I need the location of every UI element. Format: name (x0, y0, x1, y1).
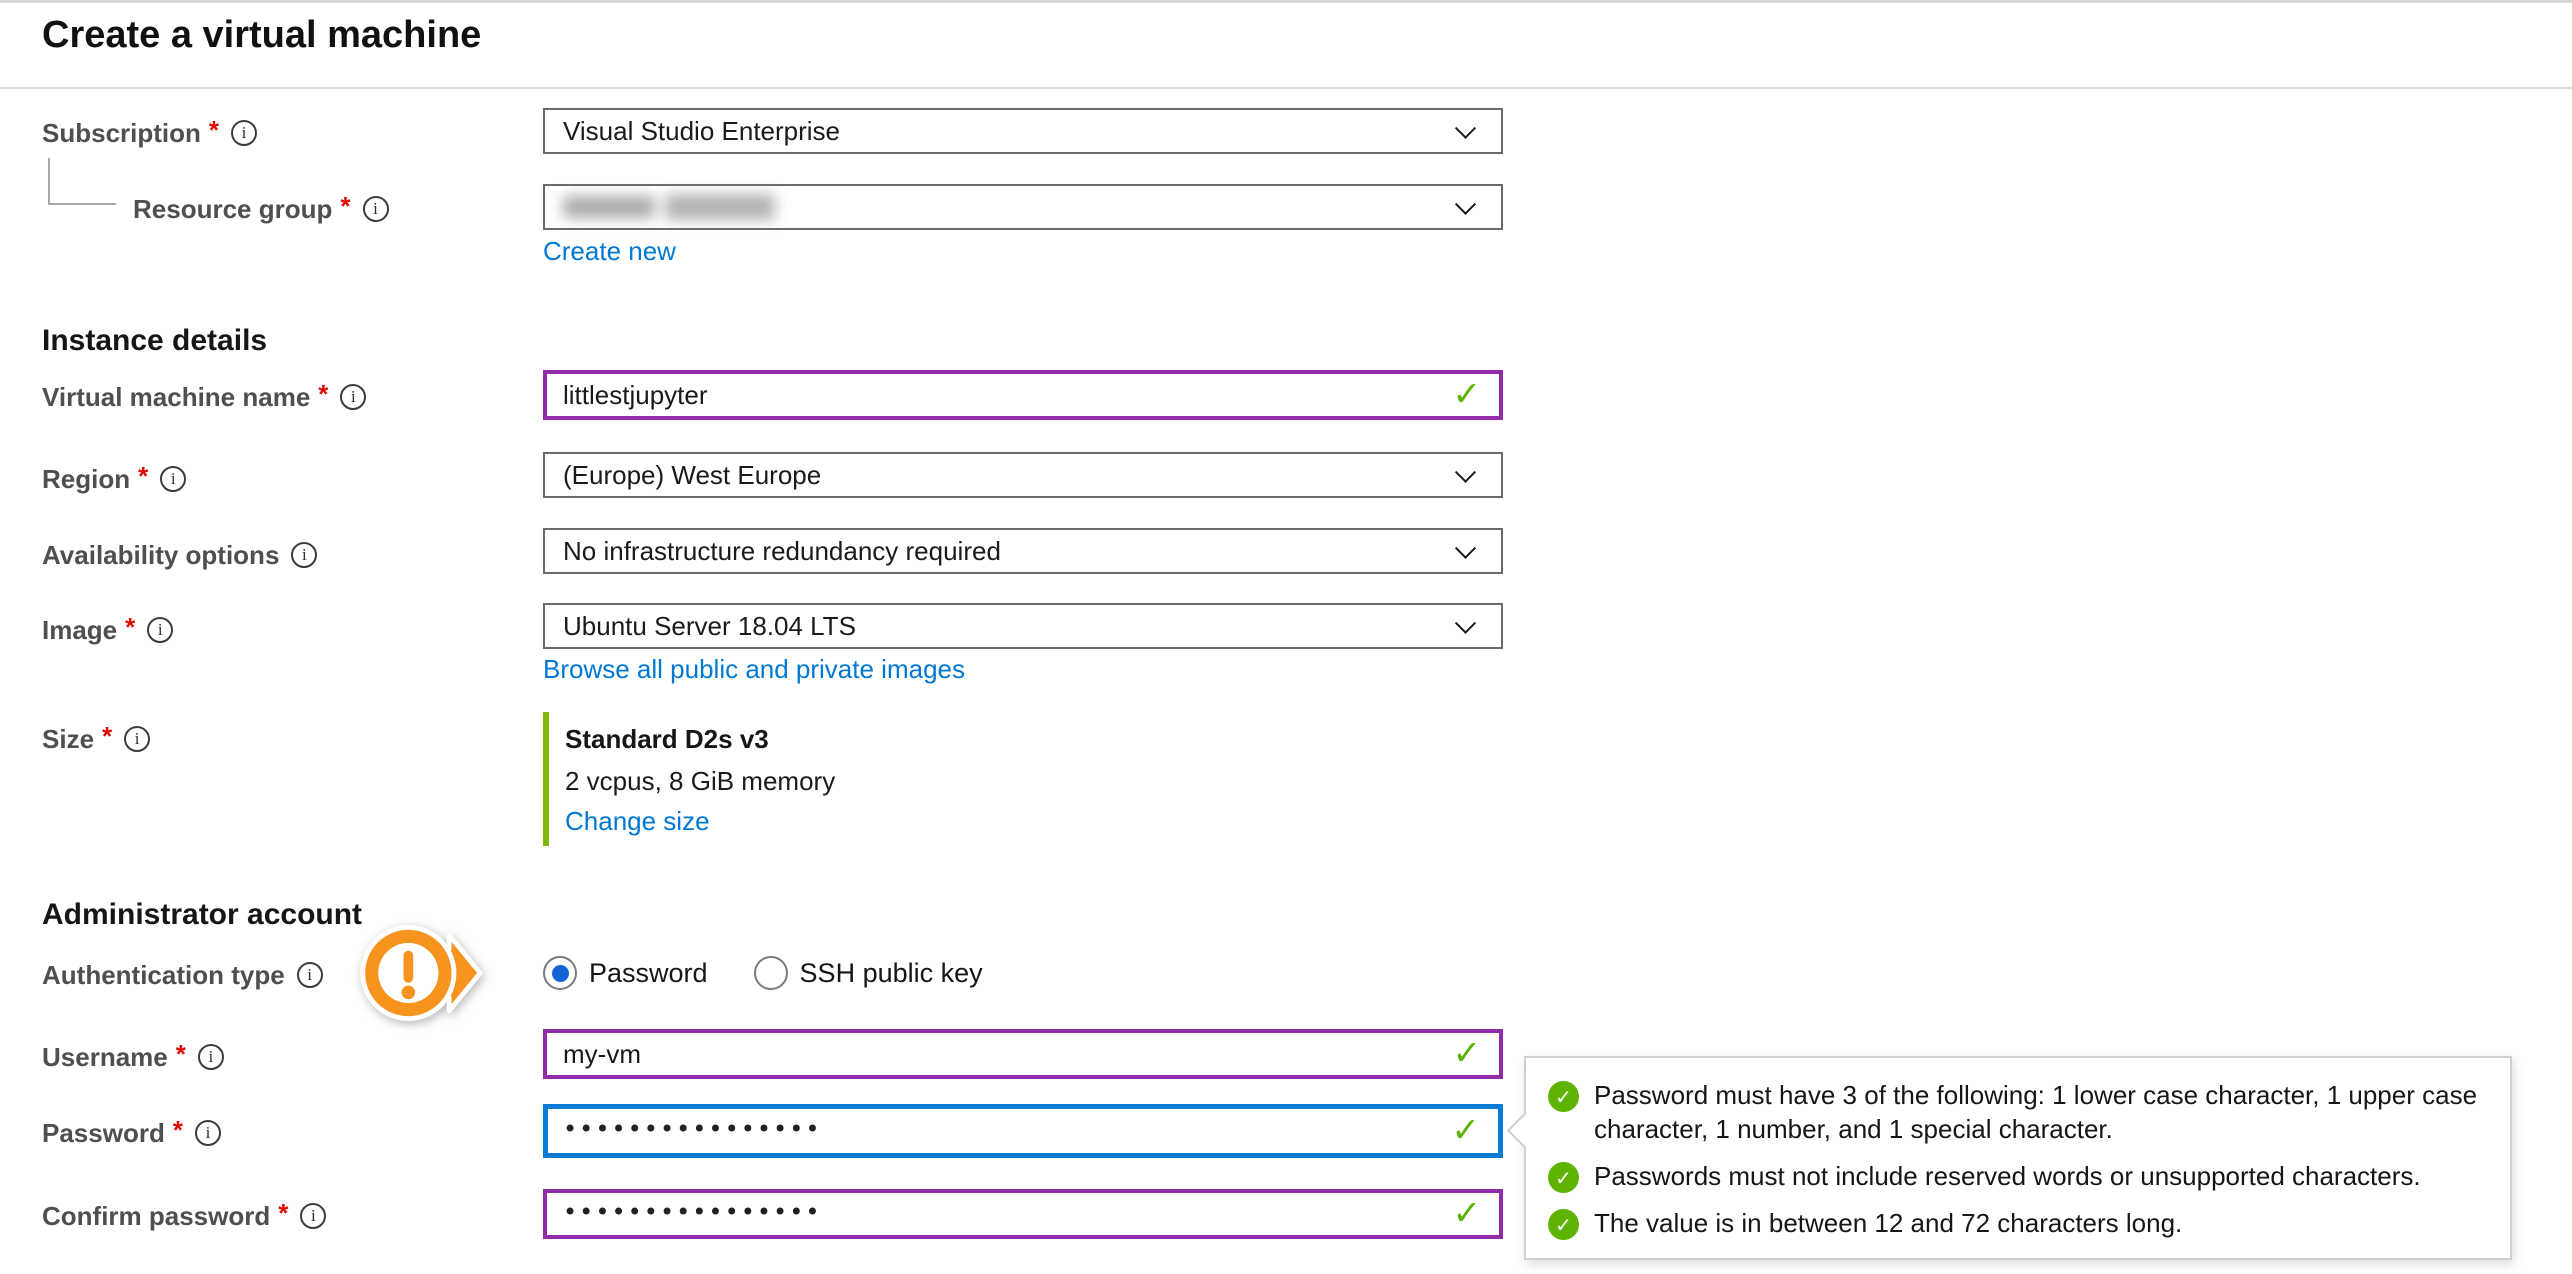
password-masked-value: •••••••••••••••• (563, 1115, 822, 1143)
tooltip-item: Password must have 3 of the following: 1… (1548, 1078, 2484, 1146)
success-check-icon (1548, 1162, 1579, 1193)
section-administrator-account: Administrator account (42, 898, 362, 932)
browse-images-link[interactable]: Browse all public and private images (543, 654, 965, 685)
required-asterisk (173, 1115, 183, 1145)
info-icon[interactable] (195, 1120, 221, 1146)
info-icon[interactable] (160, 466, 186, 492)
vm-name-label: Virtual machine name (42, 382, 366, 412)
radio-unselected-icon (754, 956, 788, 990)
chevron-down-icon (1455, 194, 1476, 215)
username-input[interactable]: my-vm (543, 1029, 1503, 1079)
info-icon[interactable] (363, 196, 389, 222)
size-accent-bar (543, 712, 549, 846)
tooltip-item: The value is in between 12 and 72 charac… (1548, 1206, 2484, 1240)
subscription-label: Subscription (42, 118, 257, 148)
info-icon[interactable] (124, 726, 150, 752)
radio-password[interactable]: Password (543, 956, 708, 990)
title-divider (0, 87, 2572, 89)
create-new-link[interactable]: Create new (543, 236, 676, 267)
required-asterisk (125, 612, 135, 642)
region-value: (Europe) West Europe (563, 460, 821, 491)
region-label: Region (42, 464, 186, 494)
valid-check-icon (1453, 1196, 1482, 1230)
availability-options-dropdown[interactable]: No infrastructure redundancy required (543, 528, 1503, 574)
chevron-down-icon (1455, 538, 1476, 559)
page-title: Create a virtual machine (42, 14, 481, 57)
radio-selected-icon (543, 956, 577, 990)
size-specs: 2 vcpus, 8 GiB memory (565, 766, 835, 797)
valid-check-icon (1453, 1036, 1482, 1070)
required-asterisk (102, 721, 112, 751)
resource-group-dropdown[interactable] (543, 184, 1503, 230)
availability-options-value: No infrastructure redundancy required (563, 536, 1001, 567)
required-asterisk (340, 191, 350, 221)
password-label: Password (42, 1118, 221, 1148)
tree-connector-horizontal (48, 203, 116, 205)
authentication-type-radio-group: Password SSH public key (543, 950, 1029, 996)
vm-name-value: littlestjupyter (563, 380, 708, 411)
tooltip-item: Passwords must not include reserved word… (1548, 1159, 2484, 1193)
info-icon[interactable] (297, 962, 323, 988)
info-icon[interactable] (300, 1203, 326, 1229)
info-icon[interactable] (340, 384, 366, 410)
info-icon[interactable] (147, 617, 173, 643)
username-value: my-vm (563, 1039, 641, 1070)
change-size-link[interactable]: Change size (565, 806, 710, 837)
image-label: Image (42, 615, 173, 645)
create-vm-page: Create a virtual machine Subscription Vi… (0, 0, 2572, 1274)
image-value: Ubuntu Server 18.04 LTS (563, 611, 856, 642)
password-requirements-tooltip: Password must have 3 of the following: 1… (1524, 1056, 2512, 1260)
tooltip-arrow (1507, 1113, 1542, 1148)
resource-group-label: Resource group (133, 194, 389, 224)
info-icon[interactable] (231, 120, 257, 146)
authentication-type-label: Authentication type (42, 960, 323, 990)
subscription-dropdown[interactable]: Visual Studio Enterprise (543, 108, 1503, 154)
required-asterisk (318, 379, 328, 409)
password-input[interactable]: •••••••••••••••• (543, 1104, 1503, 1158)
info-icon[interactable] (198, 1044, 224, 1070)
chevron-down-icon (1455, 118, 1476, 139)
success-check-icon (1548, 1081, 1579, 1112)
resource-group-blurred-value (563, 194, 775, 220)
attention-callout-icon (354, 912, 486, 1034)
size-name: Standard D2s v3 (565, 724, 769, 755)
success-check-icon (1548, 1209, 1579, 1240)
radio-ssh-public-key[interactable]: SSH public key (754, 956, 983, 990)
required-asterisk (176, 1039, 186, 1069)
required-asterisk (278, 1198, 288, 1228)
subscription-value: Visual Studio Enterprise (563, 116, 840, 147)
confirm-password-masked-value: •••••••••••••••• (563, 1198, 822, 1226)
image-dropdown[interactable]: Ubuntu Server 18.04 LTS (543, 603, 1503, 649)
info-icon[interactable] (291, 542, 317, 568)
confirm-password-label: Confirm password (42, 1201, 326, 1231)
username-label: Username (42, 1042, 224, 1072)
chevron-down-icon (1455, 462, 1476, 483)
confirm-password-input[interactable]: •••••••••••••••• (543, 1189, 1503, 1239)
tree-connector-vertical (48, 158, 50, 205)
section-instance-details: Instance details (42, 324, 267, 358)
availability-options-label: Availability options (42, 540, 317, 570)
required-asterisk (138, 461, 148, 491)
top-divider (0, 0, 2572, 3)
required-asterisk (209, 115, 219, 145)
chevron-down-icon (1455, 613, 1476, 634)
valid-check-icon (1452, 1113, 1481, 1147)
region-dropdown[interactable]: (Europe) West Europe (543, 452, 1503, 498)
size-label: Size (42, 724, 150, 754)
valid-check-icon (1453, 377, 1482, 411)
vm-name-input[interactable]: littlestjupyter (543, 370, 1503, 420)
